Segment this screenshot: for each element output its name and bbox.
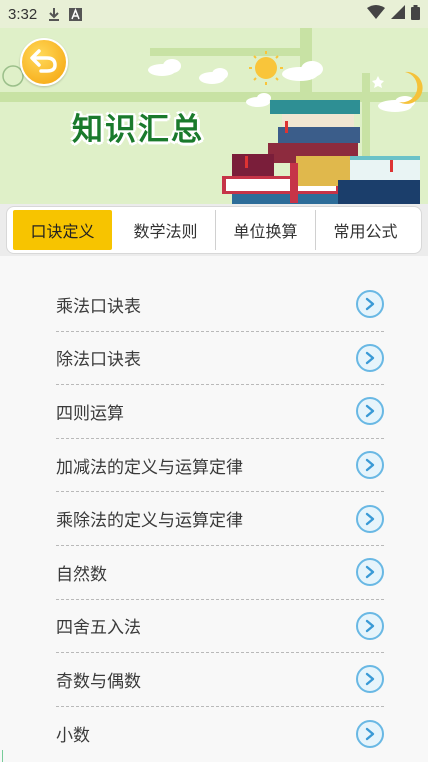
list-item-label: 乘除法的定义与运算定律: [56, 511, 243, 532]
back-arrow-icon: [29, 47, 59, 77]
header-banner: 知识汇总: [0, 28, 428, 204]
signal-icon: [391, 5, 405, 23]
list-item[interactable]: 四则运算: [56, 385, 384, 439]
page-title: 知识汇总: [72, 112, 204, 148]
list-item-label: 小数: [56, 726, 90, 747]
knowledge-list-area: 乘法口诀表 除法口诀表 四则运算 加减法的定义与运算定律 乘除法的定义与运算定律…: [0, 256, 428, 762]
chevron-right-icon: [356, 504, 384, 533]
list-item-label: 奇数与偶数: [56, 671, 141, 692]
download-icon: [47, 7, 61, 21]
list-item-label: 四舍五入法: [56, 618, 141, 639]
status-time: 3:32: [8, 5, 38, 23]
list-item-label: 自然数: [56, 564, 107, 585]
list-item[interactable]: 乘法口诀表: [56, 278, 384, 332]
list-item[interactable]: 小数: [56, 707, 384, 761]
back-button[interactable]: [20, 38, 68, 86]
chevron-right-icon: [356, 719, 384, 748]
list-item[interactable]: 自然数: [56, 546, 384, 600]
knowledge-list: 乘法口诀表 除法口诀表 四则运算 加减法的定义与运算定律 乘除法的定义与运算定律…: [56, 278, 384, 760]
tab-bar-container: 口诀定义 数学法则 单位换算 常用公式: [0, 204, 428, 256]
wifi-icon: [367, 5, 385, 23]
list-item-label: 四则运算: [56, 403, 124, 424]
tab-math-rules[interactable]: 数学法则: [116, 210, 216, 250]
edge-marker: [2, 750, 3, 762]
tab-common-formulas[interactable]: 常用公式: [316, 210, 415, 250]
chevron-right-icon: [356, 397, 384, 426]
tab-unit-conversion[interactable]: 单位换算: [216, 210, 316, 250]
chevron-right-icon: [356, 665, 384, 694]
chevron-right-icon: [356, 611, 384, 640]
list-item[interactable]: 四舍五入法: [56, 600, 384, 654]
list-item[interactable]: 加减法的定义与运算定律: [56, 439, 384, 493]
list-item-label: 乘法口诀表: [56, 296, 141, 317]
chevron-right-icon: [356, 343, 384, 372]
list-item-label: 除法口诀表: [56, 350, 141, 371]
chevron-right-icon: [356, 558, 384, 587]
tab-bar: 口诀定义 数学法则 单位换算 常用公式: [6, 206, 422, 254]
list-item-label: 加减法的定义与运算定律: [56, 457, 243, 478]
chevron-right-icon: [356, 451, 384, 480]
list-item[interactable]: 乘除法的定义与运算定律: [56, 492, 384, 546]
chevron-right-icon: [356, 290, 384, 319]
status-bar: 3:32: [0, 0, 428, 28]
battery-icon: [411, 4, 420, 24]
font-a-icon: [69, 7, 83, 21]
tab-rhyme-definitions[interactable]: 口诀定义: [13, 210, 112, 250]
list-item[interactable]: 奇数与偶数: [56, 653, 384, 707]
list-item[interactable]: 除法口诀表: [56, 332, 384, 386]
